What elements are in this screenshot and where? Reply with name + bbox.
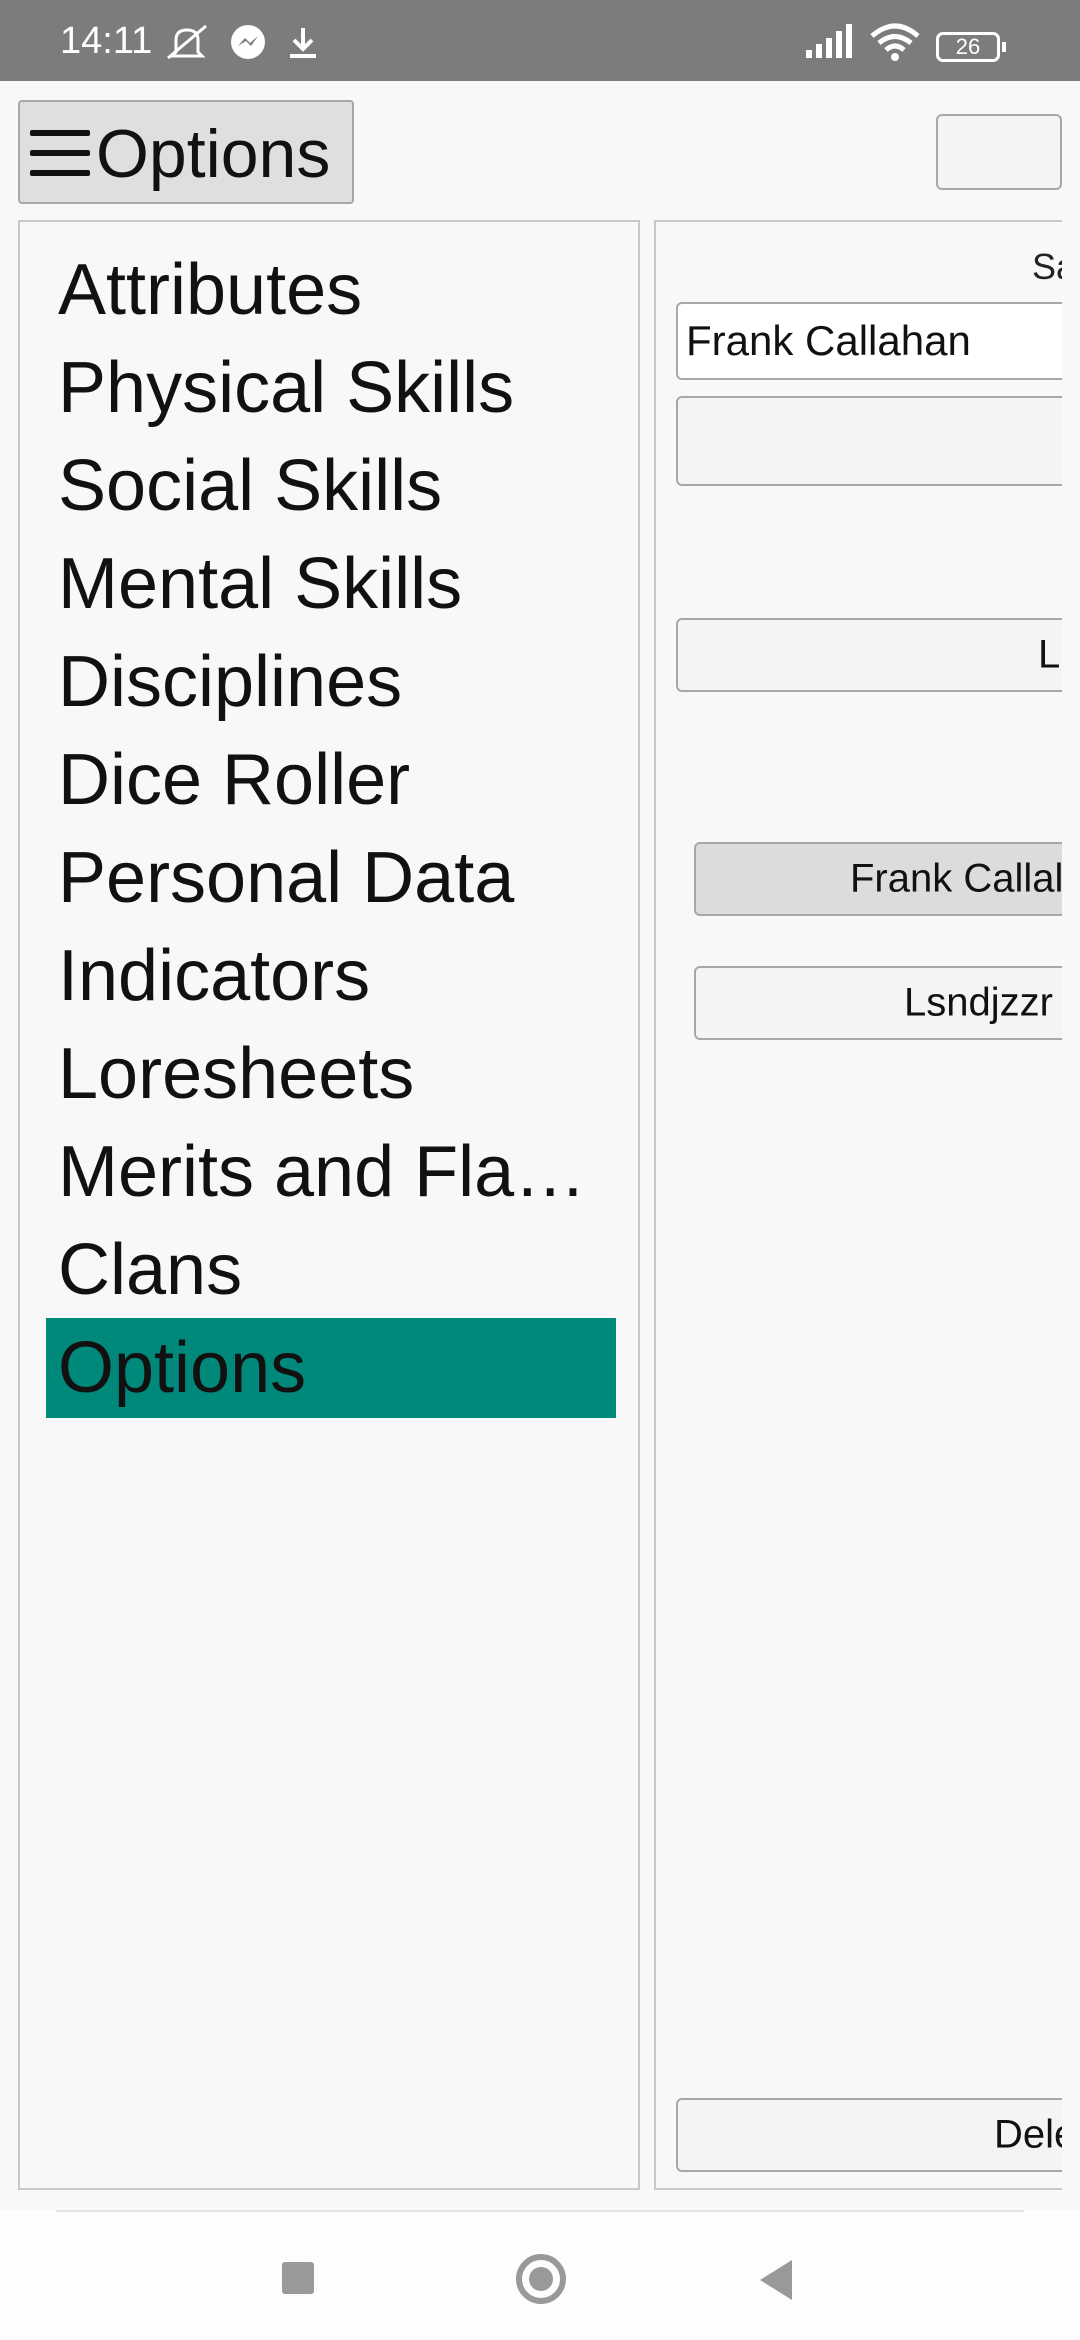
nav-item-disciplines[interactable]: Disciplines xyxy=(46,632,616,732)
character-button-label: Lsndjzzr xyxy=(904,980,1053,1025)
save-label: Sa xyxy=(1032,246,1062,287)
status-time: 14:11 xyxy=(60,20,153,62)
delete-button-label: Dele xyxy=(994,2112,1062,2157)
nav-item-indicators[interactable]: Indicators xyxy=(46,926,616,1026)
character-button-frank-callahan[interactable]: Frank Callal xyxy=(694,842,1062,916)
character-name-input[interactable]: Frank Callahan xyxy=(676,302,1062,380)
system-nav-bar xyxy=(0,2210,1080,2340)
menu-button[interactable]: Options xyxy=(18,100,354,204)
character-button-lsndjzzr[interactable]: Lsndjzzr xyxy=(694,966,1062,1040)
character-button-label: Frank Callal xyxy=(850,856,1062,901)
options-panel: Sa Frank Callahan L Frank Callal Lsndjzz… xyxy=(654,220,1062,2190)
action-button-2[interactable]: L xyxy=(676,618,1062,692)
status-bar: 14:11 26 xyxy=(0,0,1080,81)
delete-button[interactable]: Dele xyxy=(676,2098,1062,2172)
nav-item-clans[interactable]: Clans xyxy=(46,1220,616,1320)
nav-bar-divider xyxy=(56,2210,1024,2212)
nav-item-attributes[interactable]: Attributes xyxy=(46,240,616,340)
nav-item-physical-skills[interactable]: Physical Skills xyxy=(46,338,616,438)
nav-item-merits-and-flaws[interactable]: Merits and Fla… xyxy=(46,1122,616,1222)
nav-item-options[interactable]: Options xyxy=(46,1318,616,1418)
muted-bell-icon xyxy=(167,24,207,60)
nav-item-dice-roller[interactable]: Dice Roller xyxy=(46,730,616,830)
recents-square-icon[interactable] xyxy=(282,2262,314,2294)
action-button-1[interactable] xyxy=(676,396,1062,486)
battery-level: 26 xyxy=(955,34,981,59)
nav-item-social-skills[interactable]: Social Skills xyxy=(46,436,616,536)
top-right-button[interactable] xyxy=(936,114,1062,190)
section-list: Attributes Physical Skills Social Skills… xyxy=(18,220,640,2190)
nav-item-loresheets[interactable]: Loresheets xyxy=(46,1024,616,1124)
messenger-icon xyxy=(231,25,265,59)
action-button-2-label: L xyxy=(1038,632,1061,677)
signal-icon xyxy=(806,24,852,58)
nav-item-mental-skills[interactable]: Mental Skills xyxy=(46,534,616,634)
wifi-icon xyxy=(870,23,920,61)
home-circle-icon[interactable] xyxy=(516,2254,566,2304)
back-triangle-icon[interactable] xyxy=(760,2260,792,2300)
hamburger-icon xyxy=(30,130,90,176)
battery-icon: 26 xyxy=(936,32,1006,62)
nav-item-personal-data[interactable]: Personal Data xyxy=(46,828,616,928)
download-icon xyxy=(290,28,316,58)
menu-button-label: Options xyxy=(96,116,331,192)
